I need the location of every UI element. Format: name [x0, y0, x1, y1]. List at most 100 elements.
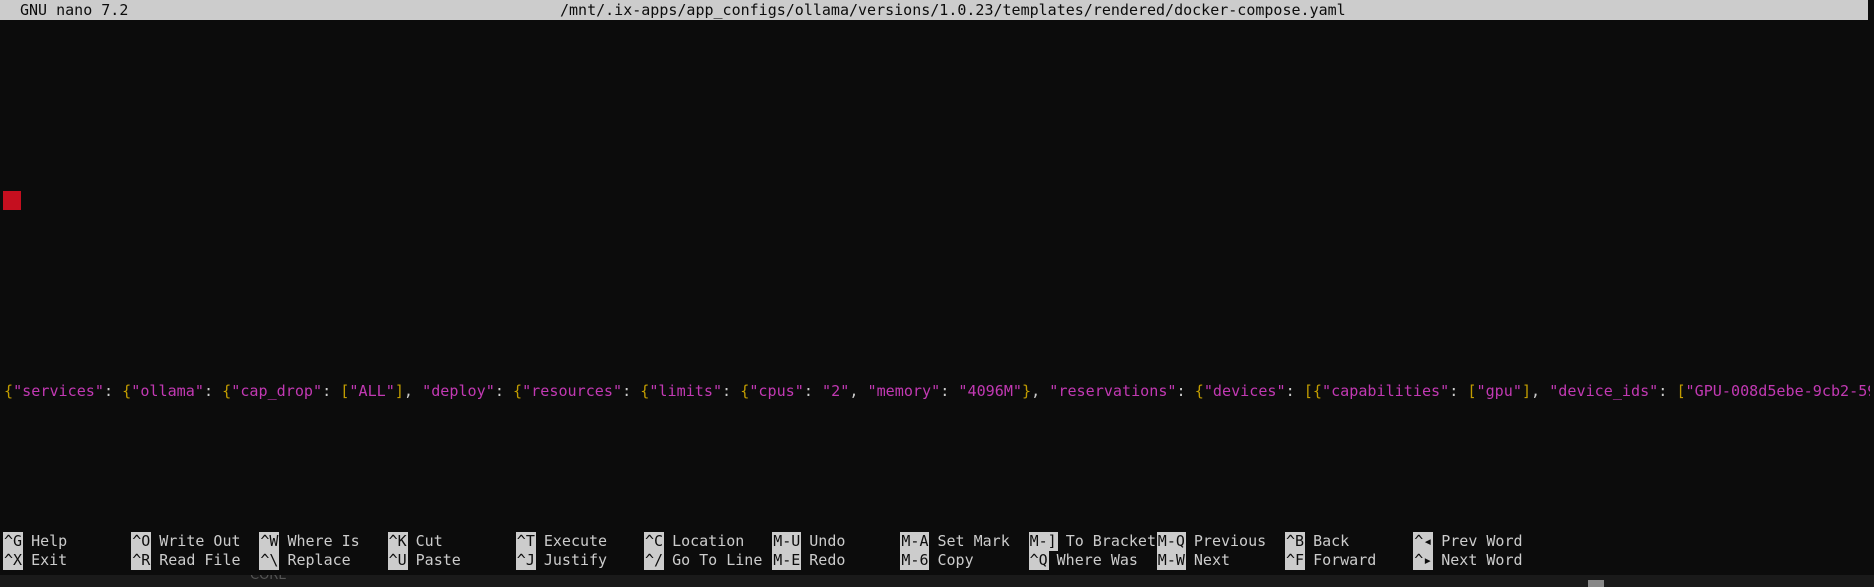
shortcut-write-out[interactable]: ^O Write Out	[131, 532, 241, 551]
code-token: :	[622, 382, 641, 400]
shortcut-justify[interactable]: ^J Justify	[515, 551, 608, 570]
shortcut-key: ^B	[1285, 532, 1306, 551]
shortcut-key: ^/	[644, 551, 665, 570]
shortcut-key: ^X	[3, 551, 24, 570]
shortcut-label: Write Out	[159, 532, 241, 550]
shortcut-label: Replace	[287, 551, 351, 569]
code-token: "reservations"	[1049, 382, 1177, 400]
shortcut-label: Next Word	[1441, 551, 1523, 569]
shortcut-label: Where Was	[1056, 551, 1138, 569]
editor-line[interactable]: {"services": {"ollama": {"cap_drop": ["A…	[4, 380, 1870, 402]
shortcut-undo[interactable]: M-U Undo	[772, 532, 845, 551]
shortcut-key: ^F	[1285, 551, 1306, 570]
shortcut-execute[interactable]: ^T Execute	[515, 532, 608, 551]
shortcut-redo[interactable]: M-E Redo	[772, 551, 845, 570]
shortcut-key: M-]	[1028, 532, 1058, 551]
code-token: "gpu"	[1476, 382, 1522, 400]
shortcut-label: Where Is	[287, 532, 360, 550]
shortcut-go-to-line[interactable]: ^/ Go To Line	[644, 551, 762, 570]
code-token: :	[940, 382, 959, 400]
shortcut-label: Back	[1313, 532, 1350, 550]
code-token: :	[494, 382, 513, 400]
code-token: "ALL"	[349, 382, 395, 400]
shortcut-key: ^R	[131, 551, 152, 570]
code-token: ]	[1521, 382, 1532, 400]
code-token: "limits"	[649, 382, 723, 400]
code-token: {	[4, 382, 14, 400]
terminal-window[interactable]: GNU nano 7.2 /mnt/.ix-apps/app_configs/o…	[0, 0, 1874, 587]
code-token: {	[740, 382, 750, 400]
taskbar-strip: CORE	[0, 575, 1874, 587]
shortcut-to-bracket[interactable]: M-] To Bracket	[1028, 532, 1156, 551]
code-token: ,	[849, 382, 868, 400]
code-token: "services"	[13, 382, 104, 400]
code-token: }	[1022, 382, 1032, 400]
shortcut-label: Cut	[415, 532, 443, 550]
shortcut-key: ^J	[515, 551, 536, 570]
code-token: {	[222, 382, 232, 400]
shortcut-label: Undo	[809, 532, 846, 550]
code-token: "GPU-008d5ebe-9cb2-59	[1685, 382, 1870, 400]
shortcut-where-was[interactable]: ^Q Where Was	[1028, 551, 1138, 570]
code-token: :	[1176, 382, 1195, 400]
shortcut-label: Next	[1193, 551, 1231, 569]
code-token: "ollama"	[131, 382, 204, 400]
shortcut-key: ^O	[131, 532, 152, 551]
code-token: ,	[1531, 382, 1550, 400]
code-token: :	[1658, 382, 1677, 400]
code-token: ]	[394, 382, 404, 400]
shortcut-paste[interactable]: ^U Paste	[387, 551, 461, 570]
shortcut-label: Copy	[937, 551, 974, 569]
shortcut-label: Read File	[159, 551, 241, 569]
shortcut-key: ^G	[3, 532, 24, 551]
shortcut-copy[interactable]: M-6 Copy	[900, 551, 974, 570]
shortcut-exit[interactable]: ^X Exit	[3, 551, 67, 570]
shortcut-where-is[interactable]: ^W Where Is	[259, 532, 360, 551]
shortcut-prev-word[interactable]: ^◂ Prev Word	[1413, 532, 1523, 551]
code-token: {	[640, 382, 650, 400]
shortcut-back[interactable]: ^B Back	[1285, 532, 1349, 551]
shortcut-key: ^W	[259, 532, 280, 551]
code-token: "2"	[822, 382, 850, 400]
shortcut-next[interactable]: M-W Next	[1156, 551, 1231, 570]
shortcut-read-file[interactable]: ^R Read File	[131, 551, 241, 570]
scroll-thumb[interactable]	[1588, 580, 1604, 587]
code-token: :	[322, 382, 341, 400]
shortcut-location[interactable]: ^C Location	[644, 532, 744, 551]
code-token: "device_ids"	[1549, 382, 1659, 400]
code-token: "cap_drop"	[231, 382, 323, 400]
shortcut-cut[interactable]: ^K Cut	[387, 532, 443, 551]
shortcut-key: ^U	[387, 551, 408, 570]
shortcut-label: Redo	[809, 551, 846, 569]
code-token: {	[513, 382, 523, 400]
shortcut-help[interactable]: ^G Help	[3, 532, 67, 551]
shortcut-label: Forward	[1313, 551, 1377, 569]
code-token: ,	[403, 382, 423, 400]
shortcut-key: ^C	[644, 532, 665, 551]
code-token: "capabilities"	[1321, 382, 1450, 400]
shortcut-previous[interactable]: M-Q Previous	[1156, 532, 1266, 551]
code-token: {	[1194, 382, 1204, 400]
shortcut-label: Exit	[31, 551, 68, 569]
shortcut-key: ^▸	[1413, 551, 1434, 570]
shortcut-key: M-E	[772, 551, 802, 570]
shortcut-label: Location	[672, 532, 745, 550]
shortcut-label: Help	[31, 532, 68, 550]
shortcut-key: ^\	[259, 551, 280, 570]
shortcut-replace[interactable]: ^\ Replace	[259, 551, 351, 570]
code-token: {	[122, 382, 132, 400]
shortcut-next-word[interactable]: ^▸ Next Word	[1413, 551, 1523, 570]
code-token: :	[1449, 382, 1468, 400]
code-token: "devices"	[1203, 382, 1286, 400]
code-token: "4096M"	[958, 382, 1023, 400]
code-token: "deploy"	[422, 382, 495, 400]
code-token: "memory"	[867, 382, 941, 400]
shortcut-label: Execute	[543, 532, 608, 550]
shortcut-forward[interactable]: ^F Forward	[1285, 551, 1376, 570]
shortcut-label: To Bracket	[1065, 532, 1156, 550]
shortcut-key: ^◂	[1413, 532, 1434, 551]
shortcut-label: Set Mark	[937, 532, 1010, 550]
shortcut-key: M-W	[1156, 551, 1186, 570]
shortcut-label: Justify	[543, 551, 608, 569]
shortcut-set-mark[interactable]: M-A Set Mark	[900, 532, 1010, 551]
